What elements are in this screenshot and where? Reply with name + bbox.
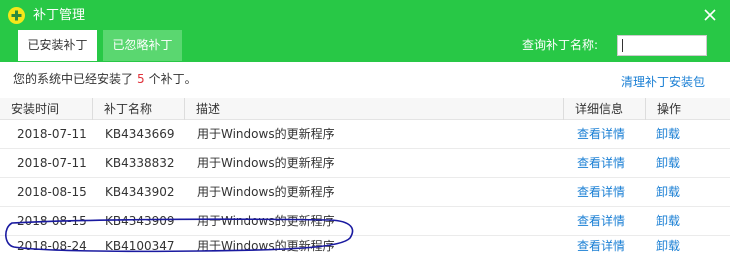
patch-name: KB4343902 <box>105 185 175 199</box>
text-cursor <box>622 39 623 52</box>
uninstall-link[interactable]: 卸载 <box>656 232 680 257</box>
view-details-link[interactable]: 查看详情 <box>577 178 625 207</box>
install-date: 2018-07-11 <box>17 156 87 170</box>
view-details-link[interactable]: 查看详情 <box>577 232 625 257</box>
patch-name: KB4343669 <box>105 127 175 141</box>
install-date: 2018-07-11 <box>17 127 87 141</box>
patch-name: KB4100347 <box>105 239 175 253</box>
tab-ignored-patches[interactable]: 已忽略补丁 <box>103 30 182 61</box>
column-header-action[interactable]: 操作 <box>646 98 681 120</box>
patch-description: 用于Windows的更新程序 <box>197 239 335 253</box>
table-row[interactable]: 2018-08-15 KB4343902 用于Windows的更新程序 查看详情… <box>0 178 730 207</box>
clean-patch-packages-link[interactable]: 清理补丁安装包 <box>621 74 705 90</box>
summary-suffix: 个补丁。 <box>148 72 197 86</box>
install-date: 2018-08-15 <box>17 185 87 199</box>
install-summary: 您的系统中已经安装了 5 个补丁。 <box>13 71 197 87</box>
window-title: 补丁管理 <box>33 8 86 23</box>
uninstall-link[interactable]: 卸载 <box>656 120 680 149</box>
title-bar: 补丁管理 已安装补丁 已忽略补丁 查询补丁名称: <box>0 0 730 62</box>
column-header-description[interactable]: 描述 <box>185 98 220 120</box>
installed-count: 5 <box>137 72 145 86</box>
close-icon[interactable] <box>700 5 720 25</box>
view-details-link[interactable]: 查看详情 <box>577 120 625 149</box>
patch-description: 用于Windows的更新程序 <box>197 127 335 141</box>
table-row[interactable]: 2018-07-11 KB4338832 用于Windows的更新程序 查看详情… <box>0 149 730 178</box>
view-details-link[interactable]: 查看详情 <box>577 149 625 178</box>
uninstall-link[interactable]: 卸载 <box>656 178 680 207</box>
patch-search-input[interactable] <box>617 35 707 56</box>
patch-name: KB4338832 <box>105 156 175 170</box>
patch-description: 用于Windows的更新程序 <box>197 185 335 199</box>
uninstall-link[interactable]: 卸载 <box>656 149 680 178</box>
table-row[interactable]: 2018-08-24 KB4100347 用于Windows的更新程序 查看详情… <box>0 236 730 257</box>
summary-prefix: 您的系统中已经安装了 <box>13 72 134 86</box>
tab-installed-patches[interactable]: 已安装补丁 <box>18 30 97 61</box>
plus-circle-icon <box>8 7 25 24</box>
column-header-details[interactable]: 详细信息 <box>564 98 623 120</box>
install-date: 2018-08-24 <box>17 239 87 253</box>
table-row[interactable]: 2018-07-11 KB4343669 用于Windows的更新程序 查看详情… <box>0 120 730 149</box>
patch-description: 用于Windows的更新程序 <box>197 156 335 170</box>
column-header-install-date[interactable]: 安装时间 <box>0 98 59 120</box>
column-header-patch-name[interactable]: 补丁名称 <box>93 98 152 120</box>
search-label: 查询补丁名称: <box>522 38 599 52</box>
